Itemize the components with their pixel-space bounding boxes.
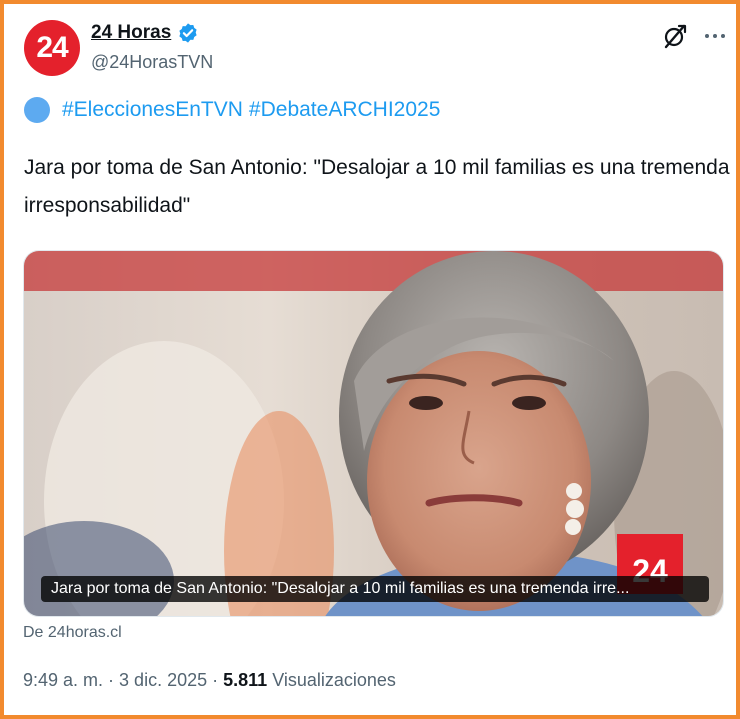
avatar-text: 24	[36, 31, 68, 64]
hashtag-line: #EleccionesEnTVN #DebateARCHI2025	[24, 97, 446, 123]
views-label: Visualizaciones	[272, 670, 396, 690]
more-options-icon[interactable]	[702, 24, 728, 48]
views-count: 5.811	[223, 670, 268, 690]
separator: ·	[108, 670, 115, 690]
tweet-meta: 9:49 a. m. · 3 dic. 2025 · 5.811 Visuali…	[23, 670, 396, 691]
handle[interactable]: @24HorasTVN	[91, 52, 213, 73]
post-time[interactable]: 9:49 a. m.	[23, 670, 103, 691]
dot	[713, 34, 717, 38]
hashtag-link[interactable]: #DebateARCHI2025	[249, 98, 440, 122]
blue-circle-icon	[24, 97, 50, 123]
tweet-card: 24 24 Horas @24HorasTVN #EleccionesEnTVN…	[0, 0, 740, 719]
dot	[705, 34, 709, 38]
grok-icon[interactable]	[662, 23, 688, 49]
tweet-text: Jara por toma de San Antonio: "Desalojar…	[24, 156, 730, 217]
author-name-row: 24 Horas	[91, 22, 199, 44]
avatar[interactable]: 24	[24, 20, 80, 76]
verified-badge-icon	[177, 22, 199, 44]
hashtag-link[interactable]: #EleccionesEnTVN	[62, 98, 243, 122]
display-name[interactable]: 24 Horas	[91, 22, 171, 44]
dot	[721, 34, 725, 38]
media-card[interactable]: 24 Jara por toma de San Antonio: "Desalo…	[23, 250, 724, 617]
post-date[interactable]: 3 dic. 2025	[119, 670, 207, 691]
source-link[interactable]: De 24horas.cl	[23, 624, 122, 642]
separator: ·	[212, 670, 219, 690]
media-caption: Jara por toma de San Antonio: "Desalojar…	[41, 576, 709, 602]
